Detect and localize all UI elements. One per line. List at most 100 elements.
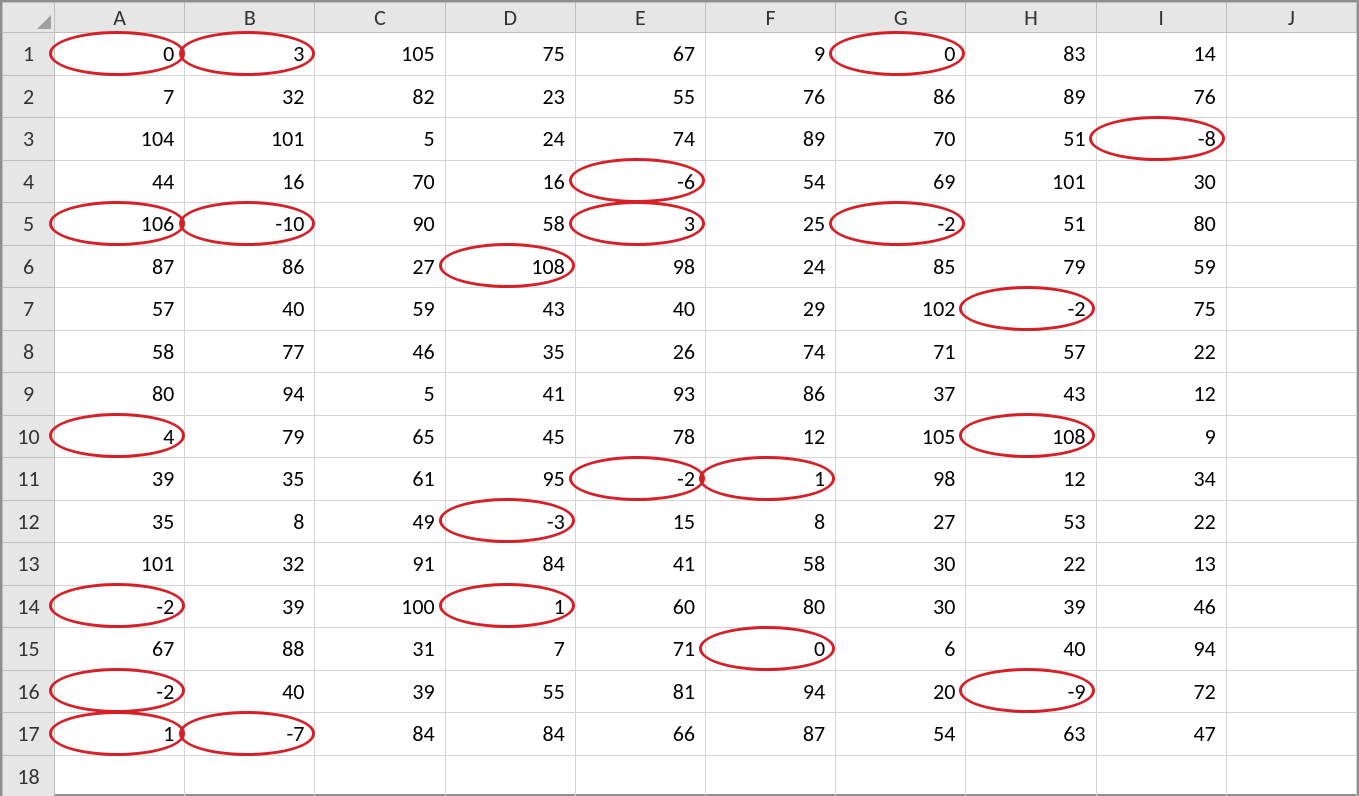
cell-B15[interactable]: 88 xyxy=(185,628,315,671)
cell-E16[interactable]: 81 xyxy=(575,670,705,713)
cell-B18[interactable] xyxy=(185,755,315,796)
row-header-15[interactable]: 15 xyxy=(3,628,55,671)
cell-J12[interactable] xyxy=(1226,500,1356,543)
cell-H6[interactable]: 79 xyxy=(966,245,1096,288)
cell-B7[interactable]: 40 xyxy=(185,288,315,331)
cell-F1[interactable]: 9 xyxy=(706,33,836,76)
cell-C8[interactable]: 46 xyxy=(315,330,445,373)
cell-B4[interactable]: 16 xyxy=(185,160,315,203)
column-header-C[interactable]: C xyxy=(315,3,445,33)
cell-G2[interactable]: 86 xyxy=(836,75,966,118)
cell-J9[interactable] xyxy=(1226,373,1356,416)
cell-A9[interactable]: 80 xyxy=(55,373,185,416)
cell-C12[interactable]: 49 xyxy=(315,500,445,543)
cell-E8[interactable]: 26 xyxy=(575,330,705,373)
cell-J18[interactable] xyxy=(1226,755,1356,796)
cell-F12[interactable]: 8 xyxy=(706,500,836,543)
cell-I1[interactable]: 14 xyxy=(1096,33,1226,76)
cell-J15[interactable] xyxy=(1226,628,1356,671)
spreadsheet-grid[interactable]: ABCDEFGHIJ 10310575679083142732822355768… xyxy=(2,2,1357,796)
cell-E17[interactable]: 66 xyxy=(575,713,705,756)
cell-D7[interactable]: 43 xyxy=(445,288,575,331)
row-header-9[interactable]: 9 xyxy=(3,373,55,416)
cell-B3[interactable]: 101 xyxy=(185,118,315,161)
cell-B6[interactable]: 86 xyxy=(185,245,315,288)
cell-B10[interactable]: 79 xyxy=(185,415,315,458)
cell-H8[interactable]: 57 xyxy=(966,330,1096,373)
cell-J4[interactable] xyxy=(1226,160,1356,203)
cell-I18[interactable] xyxy=(1096,755,1226,796)
cell-J10[interactable] xyxy=(1226,415,1356,458)
cell-B13[interactable]: 32 xyxy=(185,543,315,586)
cell-B16[interactable]: 40 xyxy=(185,670,315,713)
column-header-I[interactable]: I xyxy=(1096,3,1226,33)
row-header-13[interactable]: 13 xyxy=(3,543,55,586)
cell-J17[interactable] xyxy=(1226,713,1356,756)
cell-D16[interactable]: 55 xyxy=(445,670,575,713)
cell-A16[interactable]: -2 xyxy=(55,670,185,713)
cell-I3[interactable]: -8 xyxy=(1096,118,1226,161)
cell-H5[interactable]: 51 xyxy=(966,203,1096,246)
cell-B11[interactable]: 35 xyxy=(185,458,315,501)
cell-G12[interactable]: 27 xyxy=(836,500,966,543)
cell-H13[interactable]: 22 xyxy=(966,543,1096,586)
cell-C13[interactable]: 91 xyxy=(315,543,445,586)
cell-A14[interactable]: -2 xyxy=(55,585,185,628)
cell-I2[interactable]: 76 xyxy=(1096,75,1226,118)
cell-H11[interactable]: 12 xyxy=(966,458,1096,501)
cell-D11[interactable]: 95 xyxy=(445,458,575,501)
cell-C16[interactable]: 39 xyxy=(315,670,445,713)
cell-F10[interactable]: 12 xyxy=(706,415,836,458)
cell-C10[interactable]: 65 xyxy=(315,415,445,458)
row-header-4[interactable]: 4 xyxy=(3,160,55,203)
row-header-11[interactable]: 11 xyxy=(3,458,55,501)
cell-E7[interactable]: 40 xyxy=(575,288,705,331)
cell-F8[interactable]: 74 xyxy=(706,330,836,373)
cell-H4[interactable]: 101 xyxy=(966,160,1096,203)
column-header-H[interactable]: H xyxy=(966,3,1096,33)
cell-I8[interactable]: 22 xyxy=(1096,330,1226,373)
cell-E18[interactable] xyxy=(575,755,705,796)
cell-G7[interactable]: 102 xyxy=(836,288,966,331)
cell-I5[interactable]: 80 xyxy=(1096,203,1226,246)
cell-A15[interactable]: 67 xyxy=(55,628,185,671)
cell-C14[interactable]: 100 xyxy=(315,585,445,628)
cell-G8[interactable]: 71 xyxy=(836,330,966,373)
cell-D14[interactable]: 1 xyxy=(445,585,575,628)
cell-F9[interactable]: 86 xyxy=(706,373,836,416)
cell-I13[interactable]: 13 xyxy=(1096,543,1226,586)
cell-I9[interactable]: 12 xyxy=(1096,373,1226,416)
cell-F6[interactable]: 24 xyxy=(706,245,836,288)
cell-E13[interactable]: 41 xyxy=(575,543,705,586)
row-header-6[interactable]: 6 xyxy=(3,245,55,288)
cell-C3[interactable]: 5 xyxy=(315,118,445,161)
cell-E14[interactable]: 60 xyxy=(575,585,705,628)
cell-H2[interactable]: 89 xyxy=(966,75,1096,118)
cell-B17[interactable]: -7 xyxy=(185,713,315,756)
cell-B5[interactable]: -10 xyxy=(185,203,315,246)
row-header-12[interactable]: 12 xyxy=(3,500,55,543)
cell-I10[interactable]: 9 xyxy=(1096,415,1226,458)
cell-D18[interactable] xyxy=(445,755,575,796)
cell-F14[interactable]: 80 xyxy=(706,585,836,628)
cell-H10[interactable]: 108 xyxy=(966,415,1096,458)
cell-E10[interactable]: 78 xyxy=(575,415,705,458)
column-header-J[interactable]: J xyxy=(1226,3,1356,33)
row-header-8[interactable]: 8 xyxy=(3,330,55,373)
cell-B9[interactable]: 94 xyxy=(185,373,315,416)
cell-A13[interactable]: 101 xyxy=(55,543,185,586)
cell-C18[interactable] xyxy=(315,755,445,796)
cell-F4[interactable]: 54 xyxy=(706,160,836,203)
cell-H9[interactable]: 43 xyxy=(966,373,1096,416)
cell-I4[interactable]: 30 xyxy=(1096,160,1226,203)
column-header-D[interactable]: D xyxy=(445,3,575,33)
cell-G15[interactable]: 6 xyxy=(836,628,966,671)
cell-J2[interactable] xyxy=(1226,75,1356,118)
cell-D10[interactable]: 45 xyxy=(445,415,575,458)
cell-G13[interactable]: 30 xyxy=(836,543,966,586)
cell-E6[interactable]: 98 xyxy=(575,245,705,288)
cell-D3[interactable]: 24 xyxy=(445,118,575,161)
cell-A10[interactable]: 4 xyxy=(55,415,185,458)
cell-F17[interactable]: 87 xyxy=(706,713,836,756)
cell-I6[interactable]: 59 xyxy=(1096,245,1226,288)
